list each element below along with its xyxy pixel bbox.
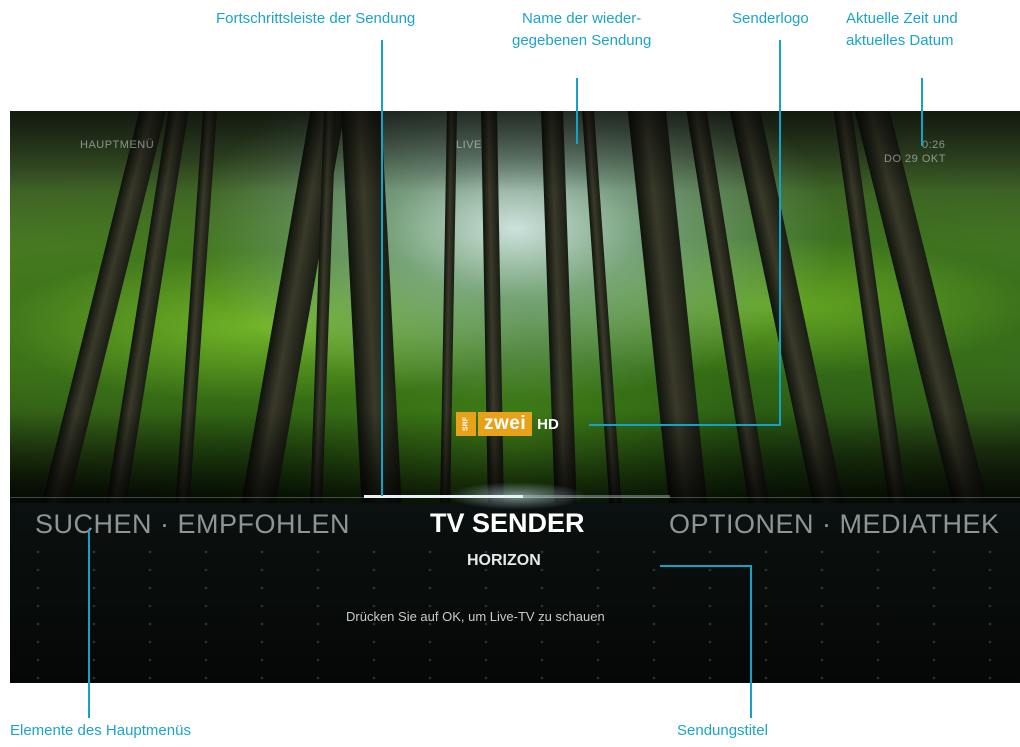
top-menu-label: HAUPTMENÜ xyxy=(80,139,155,151)
connector-show-name xyxy=(576,78,578,144)
connector-channel-logo-v xyxy=(779,40,781,426)
channel-logo-name: zwei xyxy=(478,412,533,436)
callout-time-date-line2: aktuelles Datum xyxy=(846,32,954,49)
connector-main-menu xyxy=(88,530,90,718)
callout-progress-bar: Fortschrittsleiste der Sendung xyxy=(216,10,416,27)
connector-progress-bar xyxy=(381,40,383,496)
callout-show-title: Sendungstitel xyxy=(677,722,768,739)
live-label: LIVE xyxy=(456,139,482,151)
menu-items-right[interactable]: OPTIONEN · MEDIATHEK xyxy=(669,509,1000,540)
menu-item-tv-sender[interactable]: TV SENDER xyxy=(430,508,585,539)
program-progress-fill xyxy=(364,495,524,498)
callout-channel-logo: Senderlogo xyxy=(732,10,809,27)
callout-time-date: Aktuelle Zeit und aktuelles Datum xyxy=(846,8,958,52)
date: DO 29 OKT xyxy=(884,153,946,165)
connector-time-date xyxy=(921,78,923,146)
connector-show-title-v xyxy=(750,565,752,718)
channel-logo-hd: HD xyxy=(537,415,559,433)
menu-items-left[interactable]: SUCHEN · EMPFOHLEN xyxy=(35,509,350,540)
channel-logo: SRF zwei HD xyxy=(456,412,559,436)
callout-show-name: Name der wieder- gegebenen Sendung xyxy=(512,8,651,52)
connector-channel-logo-h xyxy=(589,424,781,426)
callout-show-name-line1: Name der wieder- xyxy=(522,10,642,27)
callout-time-date-line1: Aktuelle Zeit und xyxy=(846,10,958,27)
live-tv-hint: Drücken Sie auf OK, um Live-TV zu schaue… xyxy=(346,609,605,624)
clock: 0:26 xyxy=(922,139,946,151)
tv-screen: HAUPTMENÜ LIVE 0:26 DO 29 OKT SRF zwei H… xyxy=(10,111,1020,683)
connector-show-title-h xyxy=(660,565,752,567)
program-title: HORIZON xyxy=(467,552,541,569)
callout-show-name-line2: gegebenen Sendung xyxy=(512,32,652,49)
program-progress-bar xyxy=(364,495,670,498)
channel-logo-srf: SRF xyxy=(456,412,476,436)
callout-main-menu-items: Elemente des Hauptmenüs xyxy=(10,722,191,739)
